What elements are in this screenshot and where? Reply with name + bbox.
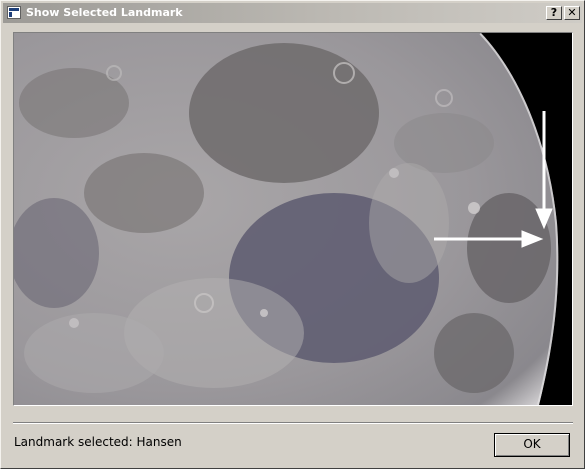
title-bar[interactable]: Show Selected Landmark ? ✕ (3, 3, 582, 23)
close-button[interactable]: ✕ (564, 6, 580, 20)
window-title: Show Selected Landmark (26, 6, 183, 19)
separator (13, 422, 573, 424)
moon-photo (14, 33, 572, 405)
landmark-image (13, 32, 573, 406)
landmark-status-label: Landmark selected: Hansen (14, 435, 182, 449)
ok-button[interactable]: OK (494, 433, 570, 457)
help-button[interactable]: ? (546, 6, 562, 20)
app-window-icon (7, 6, 21, 19)
dialog-window: Show Selected Landmark ? ✕ Landmark sele… (0, 0, 585, 469)
